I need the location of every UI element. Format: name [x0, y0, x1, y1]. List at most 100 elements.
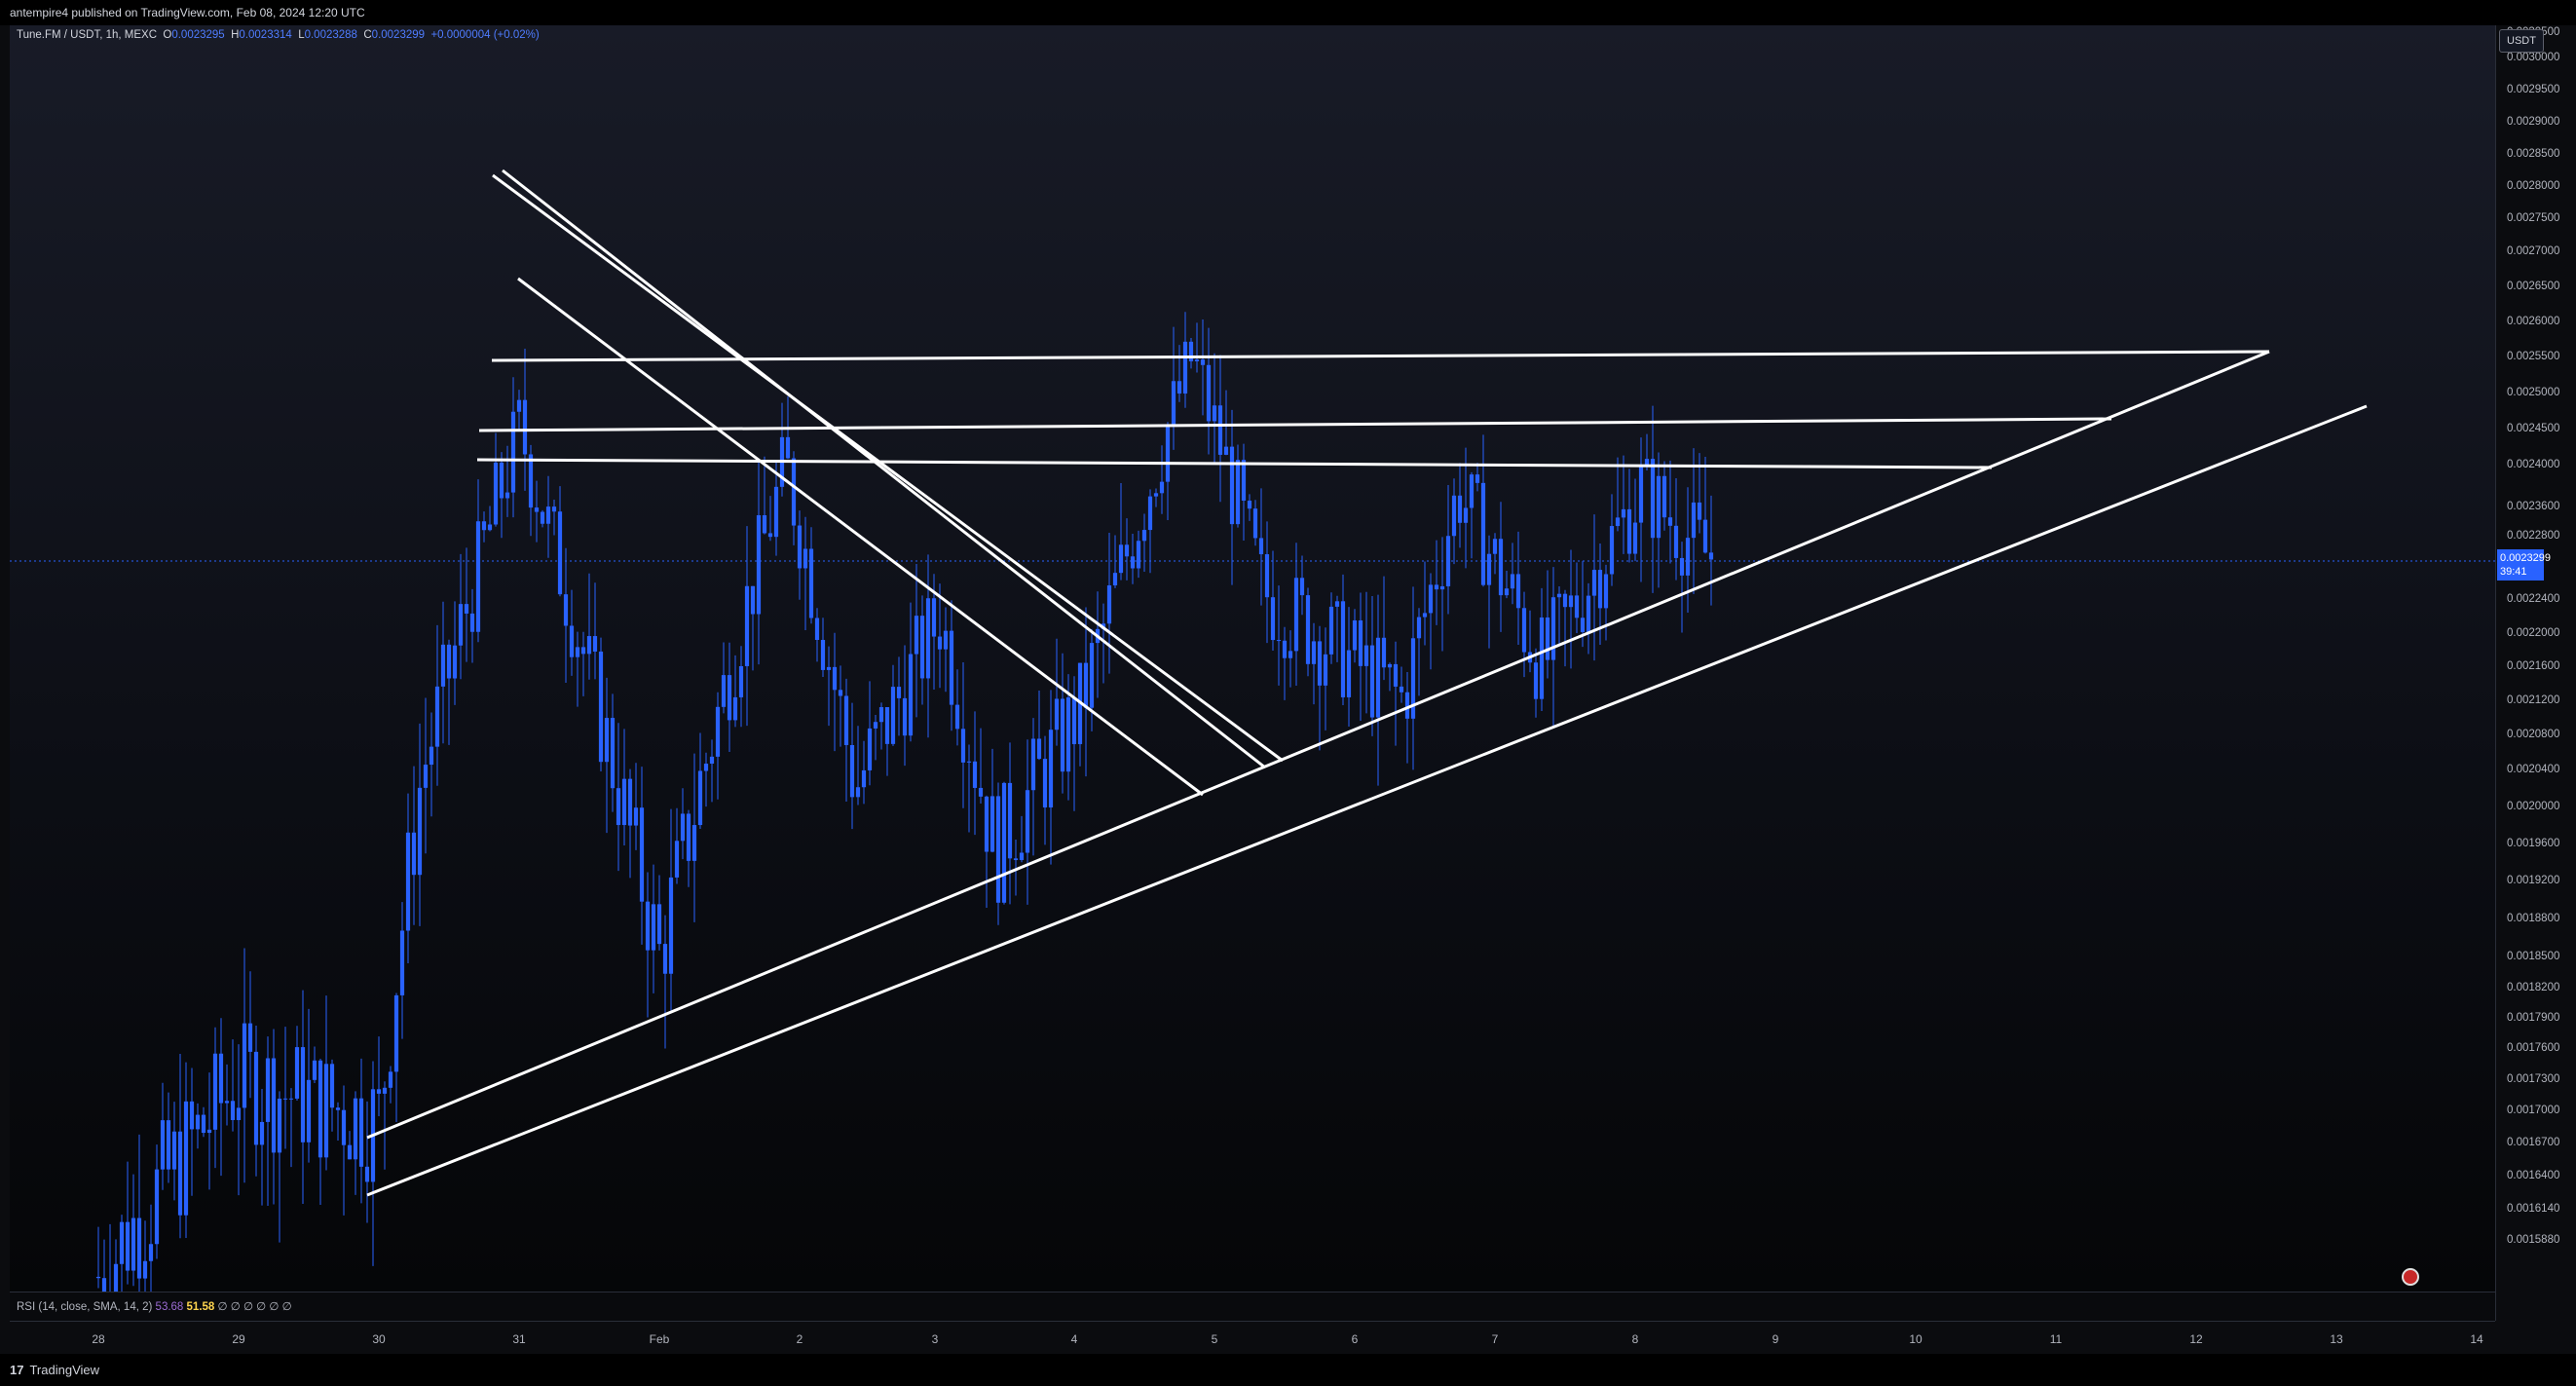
candle [978, 728, 984, 804]
price-tick-label: 0.0028500 [2507, 148, 2560, 160]
candle [715, 692, 721, 800]
candle [727, 642, 732, 752]
rsi-title[interactable]: RSI (14, close, SMA, 14, 2) [17, 1301, 152, 1313]
candle [1188, 338, 1194, 369]
flag-icon[interactable] [2402, 1268, 2419, 1286]
candle [838, 665, 843, 747]
candle [1089, 628, 1095, 731]
time-tick-label: 14 [2470, 1332, 2483, 1346]
trend-line[interactable] [478, 417, 2112, 432]
time-tick-label: 10 [1909, 1332, 1923, 1346]
candle [1533, 648, 1539, 718]
candle [1130, 534, 1136, 584]
candle [914, 564, 919, 718]
candle [125, 1161, 131, 1285]
price-tick-label: 0.0017600 [2507, 1042, 2560, 1054]
candle [1603, 564, 1609, 641]
candle [370, 1061, 376, 1266]
candle [1667, 460, 1673, 564]
candle [206, 1072, 212, 1190]
candle [335, 1102, 341, 1142]
symbol-name[interactable]: Tune.FM / USDT, 1h, MEXC [17, 29, 157, 41]
price-chart[interactable] [0, 0, 2576, 1386]
candle [388, 1066, 393, 1104]
candle [843, 678, 849, 802]
candle [1112, 535, 1118, 588]
price-tick-label: 0.0018800 [2507, 913, 2560, 924]
candle [440, 601, 446, 744]
candle [516, 390, 522, 432]
rsi-pane[interactable] [10, 1292, 2495, 1322]
candle [1042, 735, 1048, 845]
candle [1369, 595, 1375, 736]
candle [1276, 585, 1282, 686]
candle [312, 1046, 317, 1084]
close-label: C [363, 29, 372, 41]
candle [446, 639, 452, 745]
candle [131, 1174, 136, 1287]
candle [569, 589, 575, 676]
trend-line[interactable] [476, 458, 1993, 469]
candle [1165, 422, 1171, 521]
candle [1182, 312, 1188, 408]
candle [954, 669, 960, 746]
price-tick-label: 0.0016400 [2507, 1170, 2560, 1181]
candle [762, 456, 767, 535]
candle [1539, 587, 1545, 712]
candle [300, 990, 306, 1205]
currency-button[interactable]: USDT [2499, 29, 2544, 53]
time-tick-label: 9 [1772, 1332, 1779, 1346]
candle [1439, 537, 1445, 652]
candle [1223, 390, 1229, 456]
candle [680, 788, 686, 860]
price-tick-label: 0.0020000 [2507, 801, 2560, 812]
rsi-legend: RSI (14, close, SMA, 14, 2) 53.68 51.58 … [17, 1299, 292, 1313]
price-tick-label: 0.0015880 [2507, 1234, 2560, 1246]
candle [902, 645, 908, 767]
candle [534, 480, 540, 543]
trend-line[interactable] [492, 173, 1284, 763]
candle [294, 1026, 300, 1102]
candle [1136, 530, 1141, 579]
price-tick-label: 0.0021600 [2507, 660, 2560, 672]
candle [259, 1088, 265, 1206]
candle [1574, 562, 1580, 633]
candle [417, 723, 423, 926]
trend-line[interactable] [366, 350, 2270, 1140]
trend-line[interactable] [502, 169, 1266, 769]
candle [890, 664, 896, 746]
candle [1527, 610, 1533, 673]
trend-line[interactable] [491, 350, 2270, 362]
candle [1153, 488, 1159, 507]
candle [1393, 641, 1399, 746]
candle [1498, 502, 1504, 632]
trend-line[interactable] [366, 404, 2368, 1197]
candle [984, 795, 989, 908]
time-tick-label: 28 [92, 1332, 105, 1346]
price-tick-label: 0.0029000 [2507, 116, 2560, 128]
candle [429, 712, 434, 817]
candle [1702, 456, 1708, 554]
candle [604, 677, 610, 834]
candle [709, 739, 715, 803]
time-tick-label: 4 [1070, 1332, 1078, 1346]
candle [1054, 638, 1060, 746]
candle [563, 547, 569, 684]
candle [253, 1026, 259, 1177]
candle [575, 631, 580, 707]
price-tick-label: 0.0024000 [2507, 459, 2560, 470]
candle [1194, 322, 1200, 373]
candle [189, 1068, 195, 1196]
candle [160, 1082, 166, 1190]
candle [873, 715, 878, 761]
candle [540, 509, 545, 528]
candle [1235, 444, 1241, 528]
price-tick-label: 0.0016140 [2507, 1203, 2560, 1215]
candle [1591, 514, 1597, 661]
countdown-timer: 39:41 [2500, 566, 2527, 578]
price-tick-label: 0.0026500 [2507, 281, 2560, 292]
candle [1521, 591, 1527, 678]
candle [1019, 815, 1025, 863]
candle [1083, 607, 1089, 777]
candle [610, 693, 616, 812]
